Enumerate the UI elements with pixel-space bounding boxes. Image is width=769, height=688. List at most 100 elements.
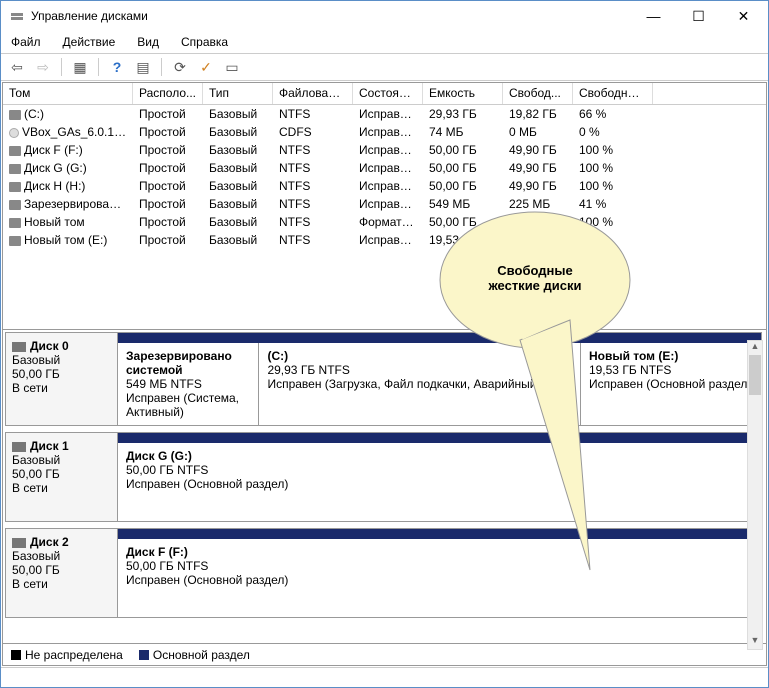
col-capacity[interactable]: Емкость	[423, 83, 503, 104]
disk-type: Базовый	[12, 453, 60, 467]
refresh-icon[interactable]: ⟳	[170, 57, 190, 77]
volume-row[interactable]: Зарезервировано...ПростойБазовыйNTFSИспр…	[3, 195, 766, 213]
app-icon	[9, 8, 25, 24]
disk-size: 50,00 ГБ	[12, 467, 60, 481]
disk-status: В сети	[12, 481, 48, 495]
disk-icon	[9, 164, 21, 174]
partition-status: Исправен (Система, Активный)	[126, 391, 239, 419]
close-button[interactable]: ✕	[721, 2, 766, 30]
scrollbar-thumb[interactable]	[749, 355, 761, 395]
separator	[98, 58, 99, 76]
legend-unallocated-label: Не распределена	[25, 648, 123, 662]
partition-stripe	[118, 333, 761, 343]
partition-stripe	[118, 529, 761, 539]
disk-icon	[12, 342, 26, 352]
disk-icon	[12, 442, 26, 452]
scroll-up-icon[interactable]: ▲	[748, 341, 762, 355]
col-type[interactable]: Тип	[203, 83, 273, 104]
volume-row[interactable]: Новый томПростойБазовыйNTFSФормати...50,…	[3, 213, 766, 231]
minimize-button[interactable]: —	[631, 2, 676, 30]
check-icon[interactable]: ✓	[196, 57, 216, 77]
disk-row[interactable]: Диск 2Базовый50,00 ГБВ сетиДиск F (F:)50…	[5, 528, 762, 618]
volume-row[interactable]: Новый том (E:)ПростойБазовыйNTFSИсправен…	[3, 231, 766, 249]
statusbar	[1, 667, 768, 687]
help-icon[interactable]: ?	[107, 57, 127, 77]
volume-row[interactable]: VBox_GAs_6.0.14 (...ПростойБазовыйCDFSИс…	[3, 123, 766, 141]
list-icon[interactable]: ▤	[133, 57, 153, 77]
disk-status: В сети	[12, 381, 48, 395]
partition-size: 50,00 ГБ NTFS	[126, 463, 208, 477]
disk-type: Базовый	[12, 549, 60, 563]
disk-status: В сети	[12, 577, 48, 591]
col-freepct[interactable]: Свободно %	[573, 83, 653, 104]
col-status[interactable]: Состояние	[353, 83, 423, 104]
properties-icon[interactable]: ▭	[222, 57, 242, 77]
partition-title: Диск G (G:)	[126, 449, 753, 463]
disk-icon	[9, 110, 21, 120]
forward-button[interactable]: ⇨	[33, 57, 53, 77]
window-title: Управление дисками	[31, 9, 631, 23]
disk-icon	[9, 200, 21, 210]
separator	[61, 58, 62, 76]
titlebar[interactable]: Управление дисками — ☐ ✕	[1, 1, 768, 31]
maximize-button[interactable]: ☐	[676, 2, 721, 30]
partition-stripe	[118, 433, 761, 443]
partition[interactable]: Новый том (E:)19,53 ГБ NTFSИсправен (Осн…	[581, 343, 761, 425]
disk-icon	[9, 236, 21, 246]
disk-icon	[9, 218, 21, 228]
menu-action[interactable]: Действие	[59, 33, 120, 51]
partition-title: Зарезервировано системой	[126, 349, 250, 377]
disk-row[interactable]: Диск 0Базовый50,00 ГБВ сетиЗарезервирова…	[5, 332, 762, 426]
partition-status: Исправен (Загрузка, Файл подкачки, Авари…	[267, 377, 540, 391]
separator	[161, 58, 162, 76]
volume-row[interactable]: (C:)ПростойБазовыйNTFSИсправен...29,93 Г…	[3, 105, 766, 123]
vertical-scrollbar[interactable]: ▲ ▼	[747, 340, 763, 650]
disk-info[interactable]: Диск 1Базовый50,00 ГБВ сети	[6, 433, 118, 521]
disk-size: 50,00 ГБ	[12, 367, 60, 381]
disk-row[interactable]: Диск 1Базовый50,00 ГБВ сетиДиск G (G:)50…	[5, 432, 762, 522]
back-button[interactable]: ⇦	[7, 57, 27, 77]
partition[interactable]: Диск G (G:)50,00 ГБ NTFSИсправен (Основн…	[118, 443, 761, 521]
volume-list[interactable]: Том Располо... Тип Файловая с... Состоян…	[3, 83, 766, 330]
menu-help[interactable]: Справка	[177, 33, 232, 51]
partition-size: 549 МБ NTFS	[126, 377, 202, 391]
col-layout[interactable]: Располо...	[133, 83, 203, 104]
partition[interactable]: (C:)29,93 ГБ NTFSИсправен (Загрузка, Фай…	[259, 343, 581, 425]
partition-status: Исправен (Основной раздел)	[589, 377, 751, 391]
disk-type: Базовый	[12, 353, 60, 367]
disk-icon	[9, 146, 21, 156]
window: Управление дисками — ☐ ✕ Файл Действие В…	[0, 0, 769, 688]
disk-graphical-pane[interactable]: Диск 0Базовый50,00 ГБВ сетиЗарезервирова…	[3, 330, 766, 643]
disk-info[interactable]: Диск 2Базовый50,00 ГБВ сети	[6, 529, 118, 617]
disk-info[interactable]: Диск 0Базовый50,00 ГБВ сети	[6, 333, 118, 425]
menu-view[interactable]: Вид	[133, 33, 163, 51]
legend: Не распределена Основной раздел	[3, 643, 766, 665]
partition[interactable]: Диск F (F:)50,00 ГБ NTFSИсправен (Основн…	[118, 539, 761, 617]
legend-primary-swatch	[139, 650, 149, 660]
legend-primary-label: Основной раздел	[153, 648, 250, 662]
volume-row[interactable]: Диск G (G:)ПростойБазовыйNTFSИсправен...…	[3, 159, 766, 177]
col-volume[interactable]: Том	[3, 83, 133, 104]
volume-row[interactable]: Диск H (H:)ПростойБазовыйNTFSИсправен...…	[3, 177, 766, 195]
menu-file[interactable]: Файл	[7, 33, 45, 51]
partition-size: 50,00 ГБ NTFS	[126, 559, 208, 573]
content-area: Том Располо... Тип Файловая с... Состоян…	[2, 82, 767, 666]
col-filesystem[interactable]: Файловая с...	[273, 83, 353, 104]
column-headers[interactable]: Том Располо... Тип Файловая с... Состоян…	[3, 83, 766, 105]
cd-icon	[9, 128, 19, 138]
partition-status: Исправен (Основной раздел)	[126, 573, 288, 587]
col-free[interactable]: Свобод...	[503, 83, 573, 104]
partition-title: Новый том (E:)	[589, 349, 753, 363]
volume-row[interactable]: Диск F (F:)ПростойБазовыйNTFSИсправен...…	[3, 141, 766, 159]
view-grid-icon[interactable]: ▦	[70, 57, 90, 77]
partition-status: Исправен (Основной раздел)	[126, 477, 288, 491]
disk-icon	[12, 538, 26, 548]
partition-title: Диск F (F:)	[126, 545, 753, 559]
disk-size: 50,00 ГБ	[12, 563, 60, 577]
legend-unallocated-swatch	[11, 650, 21, 660]
partition-size: 19,53 ГБ NTFS	[589, 363, 671, 377]
scroll-down-icon[interactable]: ▼	[748, 635, 762, 649]
partition-title: (C:)	[267, 349, 572, 363]
partition[interactable]: Зарезервировано системой549 МБ NTFSИспра…	[118, 343, 259, 425]
disk-icon	[9, 182, 21, 192]
